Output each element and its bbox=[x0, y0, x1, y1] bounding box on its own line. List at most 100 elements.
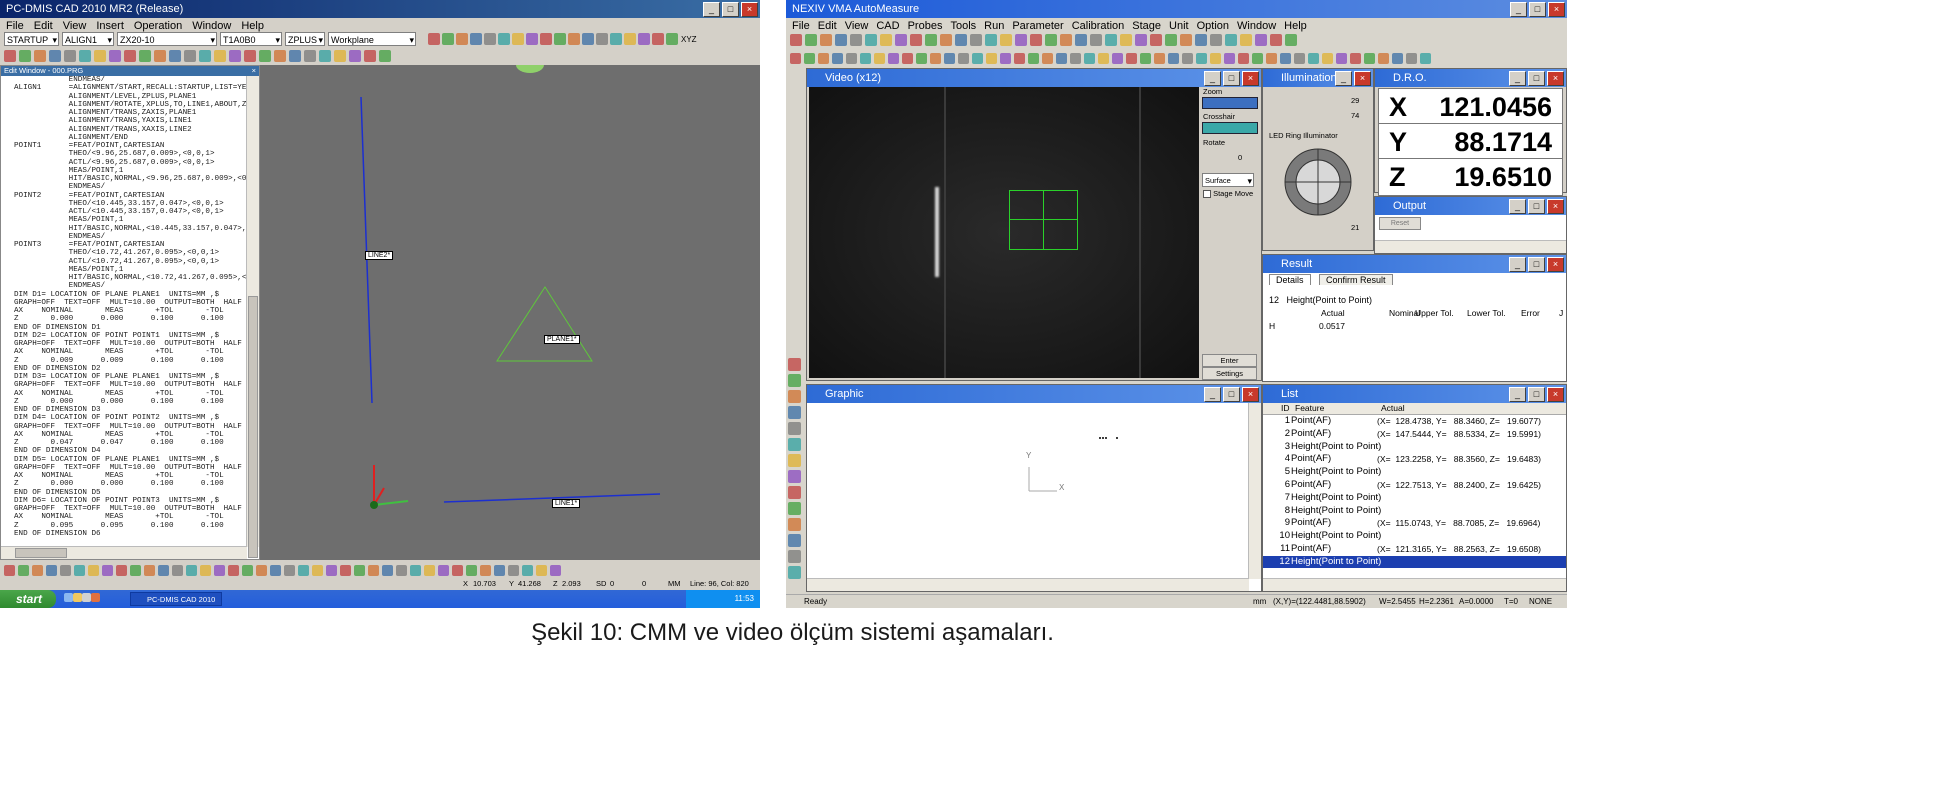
pcdmis-view-tool-icon[interactable] bbox=[456, 33, 468, 45]
enter-button[interactable]: Enter bbox=[1202, 354, 1257, 367]
list-hscroll[interactable] bbox=[1263, 578, 1566, 591]
nexiv-side-tool-icon[interactable] bbox=[788, 470, 801, 483]
nexiv-measure-tool-icon[interactable] bbox=[1196, 52, 1207, 64]
nexiv-side-tool-icon[interactable] bbox=[788, 566, 801, 579]
list-row[interactable]: 10 Height(Point to Point) bbox=[1263, 530, 1566, 542]
nexiv-measure-tool-icon[interactable] bbox=[1014, 52, 1025, 64]
pcdmis-feature-tool-icon[interactable] bbox=[32, 564, 43, 576]
code-line[interactable]: Z 0.000 0.000 0.100 0.100 0.0 bbox=[14, 315, 250, 323]
workplane-dir-combo[interactable]: ZPLUS bbox=[285, 32, 325, 47]
pcdmis-feature-tool-icon[interactable] bbox=[270, 564, 281, 576]
nexiv-tool-icon[interactable] bbox=[850, 34, 862, 46]
pcdmis-view-tool-icon[interactable] bbox=[652, 33, 664, 45]
pcdmis-feature-tool-icon[interactable] bbox=[74, 564, 85, 576]
workplane-combo[interactable]: Workplane bbox=[328, 32, 416, 47]
pcdmis-feature-tool-icon[interactable] bbox=[508, 564, 519, 576]
code-line[interactable]: Z 0.009 0.009 0.100 0.100 0.0 bbox=[14, 357, 250, 365]
pcdmis-feature-tool-icon[interactable] bbox=[494, 564, 505, 576]
code-line[interactable]: AX NOMINAL MEAS +TOL -TOL DE bbox=[14, 348, 250, 356]
code-line[interactable]: MEAS/POINT,1 bbox=[14, 167, 250, 175]
list-row[interactable]: 9 Point(AF) (X= 115.0743, Y= 88.7085, Z= 1… bbox=[1263, 517, 1566, 529]
nexiv-measure-tool-icon[interactable] bbox=[1224, 52, 1235, 64]
pcdmis-tool-icon[interactable] bbox=[364, 50, 376, 62]
nexiv-side-tool-icon[interactable] bbox=[788, 486, 801, 499]
pcdmis-feature-tool-icon[interactable] bbox=[214, 564, 225, 576]
nexiv-measure-tool-icon[interactable] bbox=[1168, 52, 1179, 64]
tab-confirm-result[interactable]: Confirm Result bbox=[1319, 274, 1393, 285]
pcdmis-feature-tool-icon[interactable] bbox=[480, 564, 491, 576]
nexiv-tool-icon[interactable] bbox=[805, 34, 817, 46]
nexiv-tool-icon[interactable] bbox=[970, 34, 982, 46]
nexiv-tool-icon[interactable] bbox=[1225, 34, 1237, 46]
nexiv-measure-tool-icon[interactable] bbox=[818, 52, 829, 64]
nexiv-side-tool-icon[interactable] bbox=[788, 374, 801, 387]
nexiv-measure-tool-icon[interactable] bbox=[888, 52, 899, 64]
list-row[interactable]: 4 Point(AF) (X= 123.2258, Y= 88.3560, Z= 1… bbox=[1263, 453, 1566, 465]
xyz-button[interactable]: XYZ bbox=[681, 35, 697, 44]
nexiv-side-tool-icon[interactable] bbox=[788, 422, 801, 435]
nexiv-measure-tool-icon[interactable] bbox=[1336, 52, 1347, 64]
pcdmis-tool-icon[interactable] bbox=[244, 50, 256, 62]
nexiv-measure-tool-icon[interactable] bbox=[1238, 52, 1249, 64]
pcdmis-tool-icon[interactable] bbox=[139, 50, 151, 62]
led-ring-dial[interactable] bbox=[1283, 147, 1353, 217]
nexiv-tool-icon[interactable] bbox=[835, 34, 847, 46]
nexiv-tool-icon[interactable] bbox=[895, 34, 907, 46]
graphic-canvas[interactable] bbox=[807, 403, 1247, 583]
code-line[interactable]: ACTL/<9.96,25.687,0.009>,<0,0,1> bbox=[14, 159, 250, 167]
tip-combo[interactable]: ZX20-10 bbox=[117, 32, 217, 47]
code-line[interactable]: ENDMEAS/ bbox=[14, 183, 250, 191]
pcdmis-feature-tool-icon[interactable] bbox=[438, 564, 449, 576]
code-line[interactable]: AX NOMINAL MEAS +TOL -TOL DE bbox=[14, 307, 250, 315]
pcdmis-view-tool-icon[interactable] bbox=[568, 33, 580, 45]
pcdmis-view-tool-icon[interactable] bbox=[554, 33, 566, 45]
pcdmis-tool-icon[interactable] bbox=[49, 50, 61, 62]
pcdmis-tool-icon[interactable] bbox=[109, 50, 121, 62]
pcdmis-tool-icon[interactable] bbox=[214, 50, 226, 62]
nexiv-measure-tool-icon[interactable] bbox=[972, 52, 983, 64]
pcdmis-view-tool-icon[interactable] bbox=[610, 33, 622, 45]
code-line[interactable]: AX NOMINAL MEAS +TOL -TOL DE bbox=[14, 472, 250, 480]
pcdmis-feature-tool-icon[interactable] bbox=[410, 564, 421, 576]
nexiv-measure-tool-icon[interactable] bbox=[804, 52, 815, 64]
pcdmis-feature-tool-icon[interactable] bbox=[186, 564, 197, 576]
pcdmis-feature-tool-icon[interactable] bbox=[242, 564, 253, 576]
nexiv-tool-icon[interactable] bbox=[880, 34, 892, 46]
code-line[interactable]: POINT2 =FEAT/POINT,CARTESIAN bbox=[14, 192, 250, 200]
nexiv-tool-icon[interactable] bbox=[1210, 34, 1222, 46]
code-line[interactable]: ALIGNMENT/END bbox=[14, 134, 250, 142]
close-button[interactable]: × bbox=[1548, 2, 1565, 17]
pcdmis-view-tool-icon[interactable] bbox=[428, 33, 440, 45]
rotate-value[interactable]: 0 bbox=[1238, 153, 1242, 162]
dmis-program-text[interactable]: ENDMEAS/ALIGN1 =ALIGNMENT/START,RECALL:S… bbox=[14, 76, 250, 546]
nexiv-measure-tool-icon[interactable] bbox=[1028, 52, 1039, 64]
surface-combo[interactable]: Surface bbox=[1202, 173, 1254, 188]
pcdmis-feature-tool-icon[interactable] bbox=[452, 564, 463, 576]
pcdmis-view-tool-icon[interactable] bbox=[526, 33, 538, 45]
pcdmis-view-tool-icon[interactable] bbox=[484, 33, 496, 45]
nexiv-measure-tool-icon[interactable] bbox=[930, 52, 941, 64]
code-line[interactable]: END OF DIMENSION D2 bbox=[14, 365, 250, 373]
code-line[interactable]: DIM D1= LOCATION OF PLANE PLANE1 UNITS=M… bbox=[14, 291, 250, 299]
tab-details[interactable]: Details bbox=[1269, 274, 1311, 285]
code-line[interactable]: DIM D3= LOCATION OF PLANE PLANE1 UNITS=M… bbox=[14, 373, 250, 381]
code-line[interactable]: HIT/BASIC,NORMAL,<10.72,41.267,0.095>,<0… bbox=[14, 274, 250, 282]
illum-value-3[interactable]: 21 bbox=[1351, 223, 1359, 232]
pcdmis-tool-icon[interactable] bbox=[79, 50, 91, 62]
graphic-vscroll[interactable] bbox=[1248, 403, 1261, 579]
code-line[interactable]: DIM D5= LOCATION OF PLANE PLANE1 UNITS=M… bbox=[14, 456, 250, 464]
code-line[interactable]: AX NOMINAL MEAS +TOL -TOL DE bbox=[14, 513, 250, 521]
nexiv-measure-tool-icon[interactable] bbox=[902, 52, 913, 64]
pcdmis-feature-tool-icon[interactable] bbox=[88, 564, 99, 576]
reset-button[interactable]: Reset bbox=[1379, 217, 1421, 230]
code-line[interactable]: ALIGNMENT/TRANS,YAXIS,LINE1 bbox=[14, 117, 250, 125]
pcdmis-tool-icon[interactable] bbox=[229, 50, 241, 62]
code-line[interactable]: GRAPH=OFF TEXT=OFF MULT=10.00 OUTPUT=BOT… bbox=[14, 299, 250, 307]
pcdmis-tool-icon[interactable] bbox=[124, 50, 136, 62]
taskbar-pcdmis-button[interactable]: PC-DMIS CAD 2010 M... bbox=[130, 592, 222, 606]
nexiv-measure-tool-icon[interactable] bbox=[958, 52, 969, 64]
pcdmis-feature-tool-icon[interactable] bbox=[102, 564, 113, 576]
code-line[interactable]: Z 0.095 0.095 0.100 0.100 0.0 bbox=[14, 522, 250, 530]
code-line[interactable]: ALIGN1 =ALIGNMENT/START,RECALL:STARTUP,L… bbox=[14, 84, 250, 92]
pcdmis-tool-icon[interactable] bbox=[199, 50, 211, 62]
